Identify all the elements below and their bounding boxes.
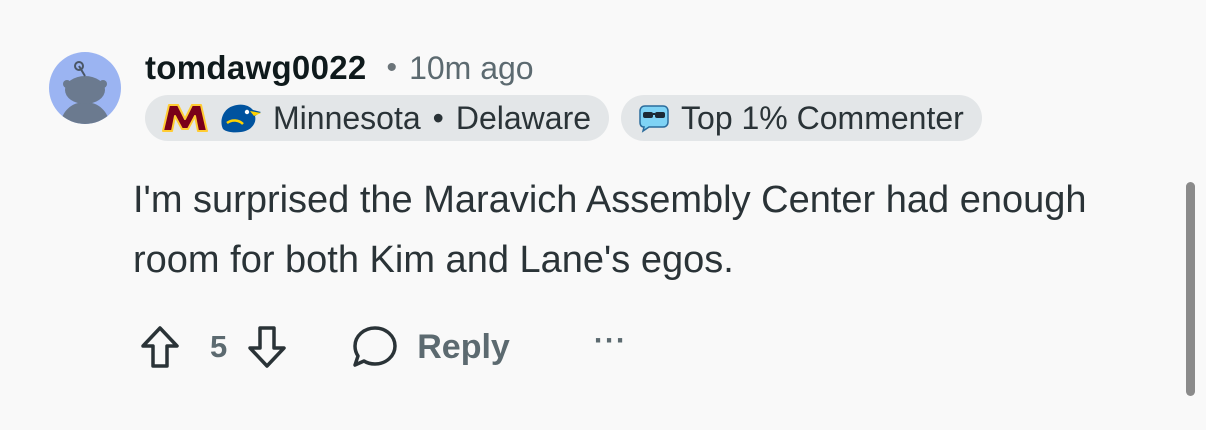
team1-label: Minnesota bbox=[273, 99, 421, 136]
top-commenter-icon bbox=[637, 103, 671, 133]
more-options-button[interactable]: ··· bbox=[594, 324, 627, 358]
reply-label: Reply bbox=[417, 327, 510, 366]
user-avatar[interactable] bbox=[49, 52, 121, 124]
delaware-blue-hen-icon bbox=[217, 101, 263, 135]
meta-separator: • bbox=[386, 51, 398, 84]
downvote-arrow-icon bbox=[248, 326, 286, 368]
team2-label: Delaware bbox=[455, 99, 592, 136]
comment-action-bar: 5 Reply ··· bbox=[140, 320, 627, 374]
scrollbar-thumb[interactable] bbox=[1186, 182, 1195, 396]
top-commenter-badge[interactable]: Top 1% Commenter bbox=[621, 95, 982, 141]
team-flair: Minnesota • Delaware bbox=[145, 95, 610, 141]
user-flair-row: Minnesota • Delaware Top 1% Commenter bbox=[145, 95, 982, 141]
reply-button[interactable]: Reply bbox=[351, 324, 510, 370]
downvote-button[interactable] bbox=[247, 324, 287, 370]
timestamp: 10m ago bbox=[409, 49, 534, 86]
flair-separator: • bbox=[432, 99, 444, 136]
vote-count: 5 bbox=[210, 329, 228, 364]
badge-label: Top 1% Commenter bbox=[681, 99, 964, 136]
comment-header: tomdawg0022 • 10m ago bbox=[145, 48, 534, 88]
username-link[interactable]: tomdawg0022 bbox=[145, 49, 367, 87]
upvote-button[interactable] bbox=[140, 324, 180, 370]
snoo-avatar-icon bbox=[61, 61, 109, 124]
upvote-arrow-icon bbox=[141, 326, 179, 368]
minnesota-m-icon bbox=[161, 103, 209, 133]
comment-body: I'm surprised the Maravich Assembly Cent… bbox=[133, 179, 1087, 281]
comment-bubble-icon bbox=[353, 326, 397, 367]
